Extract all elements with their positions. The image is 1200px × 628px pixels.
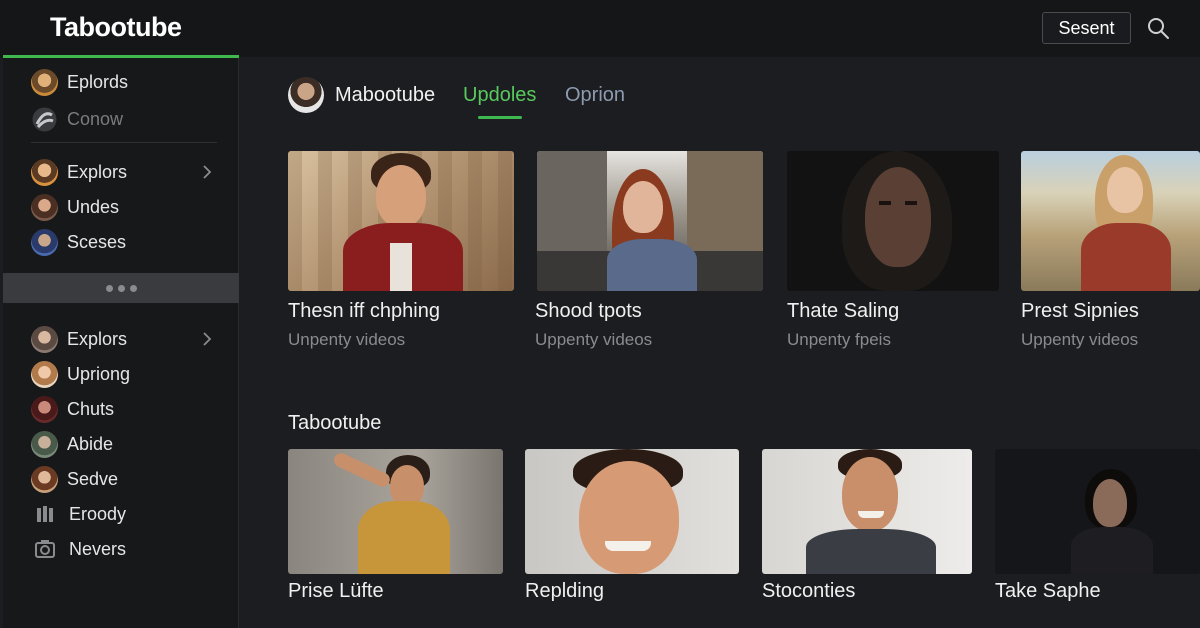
- sidebar: Eplords Conow Explors Undes Sceses Explo…: [3, 58, 239, 628]
- sidebar-item-label: Undes: [67, 196, 120, 217]
- library-icon: [37, 506, 53, 522]
- avatar: [31, 228, 58, 256]
- video-thumbnail[interactable]: [787, 151, 999, 291]
- video-subtitle: Uppenty videos: [535, 330, 653, 349]
- sidebar-item-conow[interactable]: Conow: [31, 105, 123, 133]
- sidebar-item-label: Sceses: [67, 231, 127, 252]
- sidebar-item-sedve[interactable]: Sedve: [31, 465, 118, 493]
- ellipsis-icon: [105, 284, 113, 292]
- sidebar-item-label: Explors: [67, 328, 128, 349]
- avatar: [31, 325, 58, 353]
- sidebar-item-label: Abide: [67, 433, 114, 454]
- video-thumbnail[interactable]: [288, 151, 514, 291]
- channel-header[interactable]: Mabootube: [288, 76, 435, 114]
- sidebar-item-explors[interactable]: Explors: [31, 158, 127, 186]
- tab-oprion[interactable]: Oprion: [565, 84, 625, 107]
- sidebar-item-chuts[interactable]: Chuts: [31, 395, 114, 423]
- top-bar: Tabootube Sesent: [0, 0, 1200, 57]
- video-title[interactable]: Prise Lüfte: [288, 580, 384, 603]
- site-logo[interactable]: Tabootube: [50, 12, 182, 43]
- video-subtitle: Unpenty fpeis: [787, 330, 891, 349]
- camera-icon: [35, 540, 55, 558]
- video-title[interactable]: Thate Saling: [787, 300, 899, 323]
- avatar: [31, 465, 58, 493]
- video-subtitle: Unpenty videos: [288, 330, 406, 349]
- chevron-right-icon[interactable]: [200, 165, 214, 179]
- sidebar-item-nevers[interactable]: Nevers: [31, 535, 126, 563]
- sidebar-item-label: Nevers: [69, 538, 127, 559]
- sidebar-more-bar[interactable]: [3, 273, 239, 303]
- ellipsis-icon: [129, 284, 137, 292]
- video-thumbnail[interactable]: [995, 449, 1200, 574]
- search-icon[interactable]: [1146, 16, 1170, 40]
- avatar: [31, 68, 58, 96]
- channel-name: Mabootube: [335, 83, 436, 106]
- swirl-icon: [32, 107, 57, 131]
- sidebar-item-label: Explors: [67, 161, 128, 182]
- active-tab-indicator: [478, 116, 522, 119]
- chevron-right-icon[interactable]: [200, 332, 214, 346]
- video-title[interactable]: Replding: [525, 580, 604, 603]
- avatar: [31, 193, 58, 221]
- avatar: [31, 158, 58, 186]
- ellipsis-icon: [117, 284, 125, 292]
- video-thumbnail[interactable]: [762, 449, 972, 574]
- video-subtitle: Uppenty videos: [1021, 330, 1139, 349]
- sidebar-item-upriong[interactable]: Upriong: [31, 360, 130, 388]
- sidebar-item-eroody[interactable]: Eroody: [31, 500, 126, 528]
- sidebar-item-sceses[interactable]: Sceses: [31, 228, 126, 256]
- video-thumbnail[interactable]: [525, 449, 739, 574]
- sidebar-item-label: Upriong: [67, 363, 131, 384]
- video-thumbnail[interactable]: [1021, 151, 1200, 291]
- avatar: [31, 395, 58, 423]
- video-title[interactable]: Shood tpots: [535, 300, 642, 323]
- sidebar-item-label: Eroody: [69, 503, 127, 524]
- avatar: [31, 430, 58, 458]
- sidebar-item-label: Eplords: [67, 71, 129, 92]
- sidebar-item-explors-2[interactable]: Explors: [31, 325, 127, 353]
- video-thumbnail[interactable]: [537, 151, 763, 291]
- sidebar-item-abide[interactable]: Abide: [31, 430, 113, 458]
- video-title[interactable]: Prest Sipnies: [1021, 300, 1139, 323]
- video-title[interactable]: Thesn iff chphing: [288, 300, 440, 323]
- sidebar-item-undes[interactable]: Undes: [31, 193, 119, 221]
- sidebar-item-label: Chuts: [67, 398, 115, 419]
- sidebar-divider: [31, 142, 217, 143]
- sidebar-item-label: Sedve: [67, 468, 119, 489]
- avatar: [31, 360, 58, 388]
- sidebar-item-eplords[interactable]: Eplords: [31, 68, 128, 96]
- video-thumbnail[interactable]: [288, 449, 503, 574]
- channel-avatar: [288, 77, 324, 113]
- header-action-button[interactable]: Sesent: [1042, 12, 1131, 44]
- video-title[interactable]: Stoconties: [762, 580, 855, 603]
- video-title[interactable]: Take Saphe: [995, 580, 1101, 603]
- sidebar-item-label: Conow: [67, 108, 124, 129]
- section-title: Tabootube: [288, 412, 382, 434]
- tab-updoles[interactable]: Updoles: [463, 84, 536, 107]
